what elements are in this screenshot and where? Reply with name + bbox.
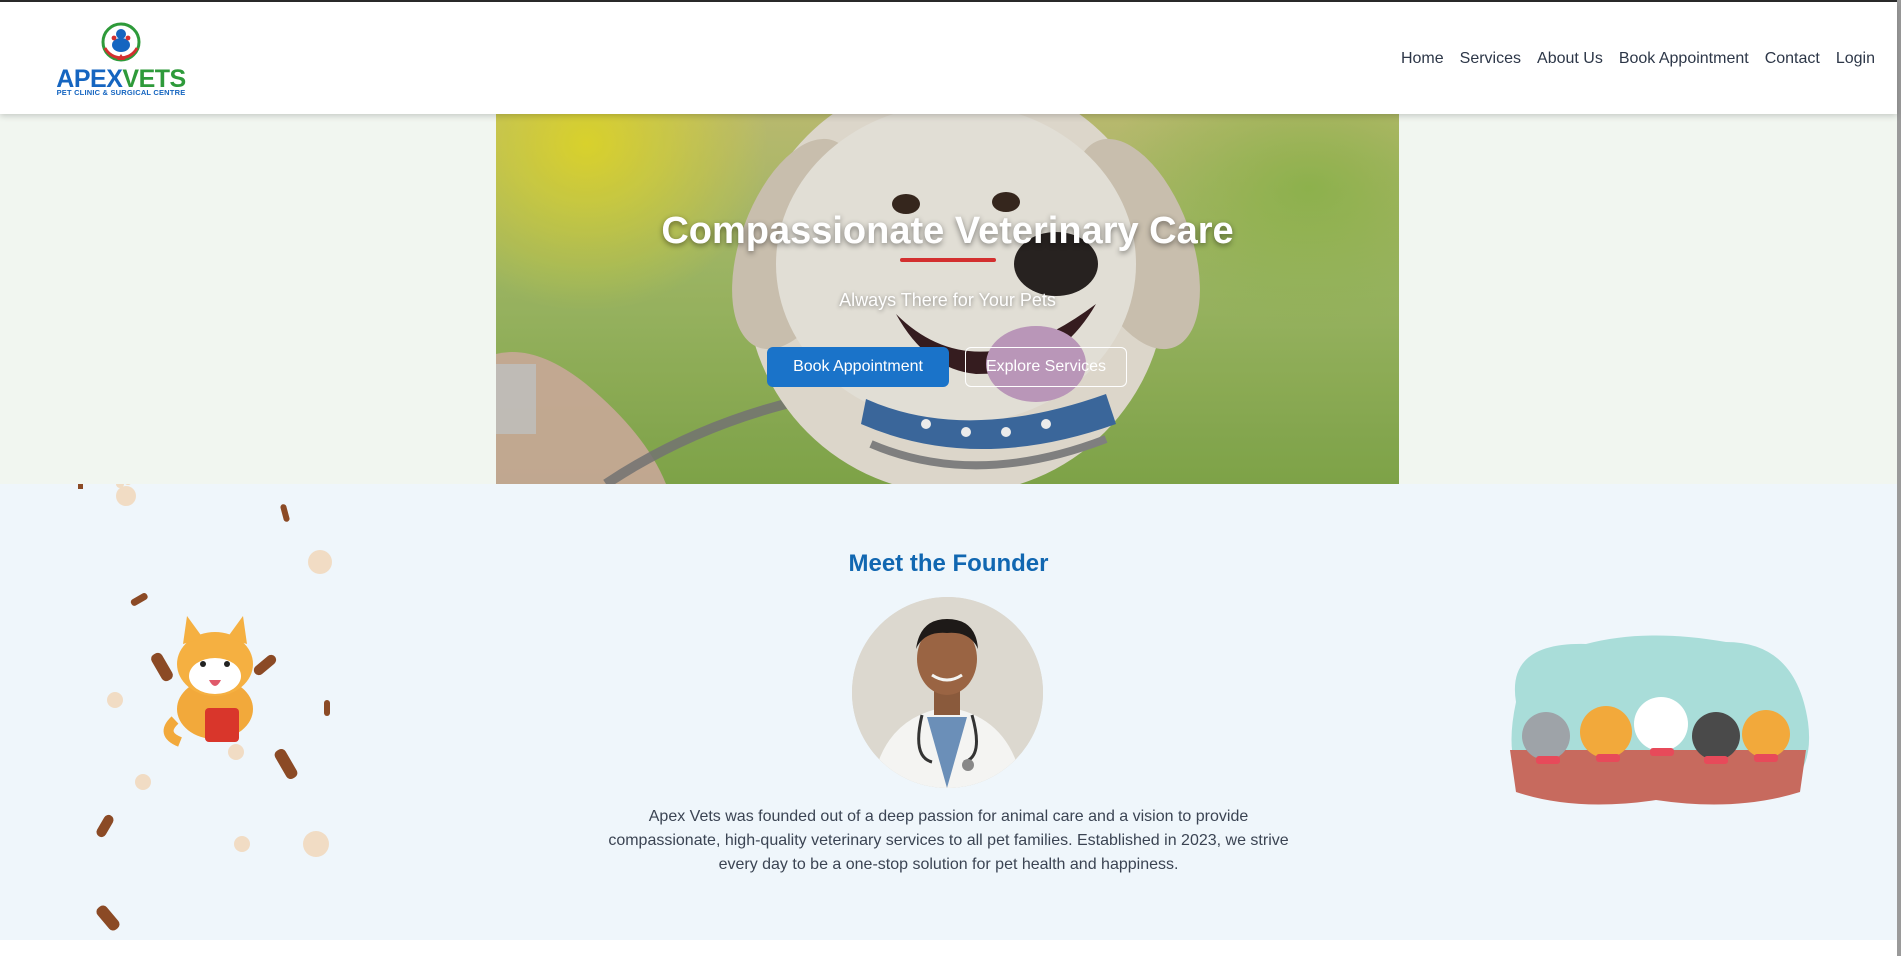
explore-services-button[interactable]: Explore Services [965,347,1127,387]
hero-title: Compassionate Veterinary Care [661,210,1234,252]
logo-emblem-icon [101,22,141,62]
nav-login[interactable]: Login [1836,50,1875,68]
founder-heading: Meet the Founder [848,550,1049,577]
nav-home[interactable]: Home [1401,50,1444,68]
nav-services[interactable]: Services [1460,50,1521,68]
dogs-group-illustration [1510,635,1810,805]
logo-subtitle: PET CLINIC & SURGICAL CENTRE [56,88,186,97]
hero-tagline: Always There for Your Pets [839,290,1056,310]
founder-bio: Apex Vets was founded out of a deep pass… [608,808,1289,873]
title-underline-accent [900,258,996,262]
main-nav: Home Services About Us Book Appointment … [1401,50,1875,68]
founder-section: Meet the Founder Apex Vets was founded o… [0,484,1897,940]
window-scrollbar-edge [1897,0,1901,956]
hero-banner: Compassionate Veterinary Care Always The… [496,114,1399,484]
nav-about-us[interactable]: About Us [1537,50,1603,68]
founder-portrait-image [852,597,1043,788]
nav-book-appointment[interactable]: Book Appointment [1619,50,1749,68]
founder-photo-avatar [852,597,1043,788]
book-appointment-button[interactable]: Book Appointment [767,347,949,387]
nav-contact[interactable]: Contact [1765,50,1820,68]
site-header: APEXVETS PET CLINIC & SURGICAL CENTRE Ho… [0,2,1897,114]
apex-vets-logo[interactable]: APEXVETS PET CLINIC & SURGICAL CENTRE [56,22,186,102]
